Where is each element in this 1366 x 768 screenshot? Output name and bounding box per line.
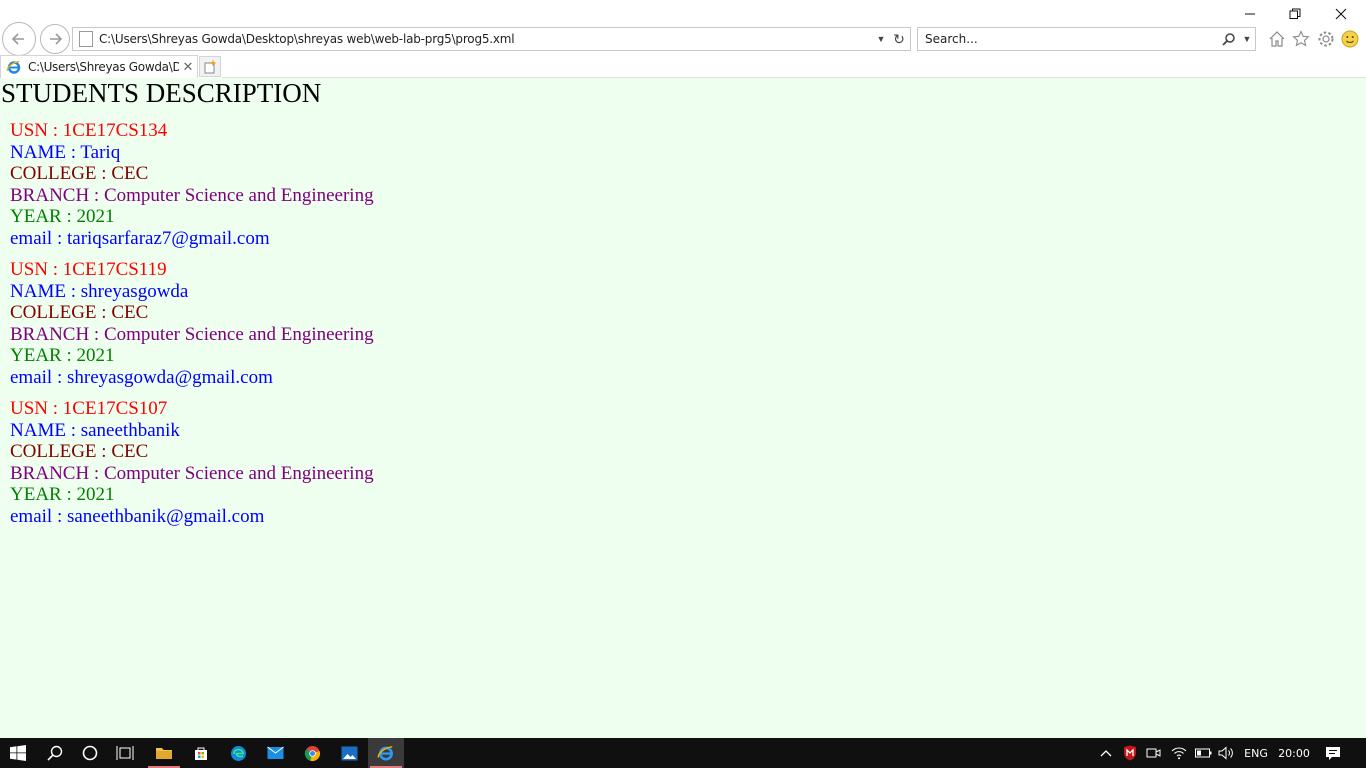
- student-college: COLLEGE : CEC: [10, 441, 149, 462]
- internet-explorer-icon[interactable]: [368, 738, 404, 768]
- student-record: USN : 1CE17CS119 NAME : shreyasgowda COL…: [10, 259, 374, 388]
- notifications-icon[interactable]: [1318, 738, 1348, 768]
- restore-button[interactable]: [1272, 0, 1318, 28]
- browser-chrome: C:\Users\Shreyas Gowda\Desktop\shreyas w…: [0, 0, 1366, 78]
- chevron-down-icon[interactable]: ▼: [874, 34, 888, 44]
- student-branch: BRANCH : Computer Science and Engineerin…: [10, 184, 374, 206]
- minimize-button[interactable]: [1227, 0, 1273, 28]
- file-explorer-icon[interactable]: [146, 738, 182, 768]
- student-college: COLLEGE : CEC: [10, 163, 149, 184]
- student-year: YEAR : 2021: [10, 484, 115, 505]
- new-tab-button[interactable]: [199, 56, 221, 77]
- chrome-icon[interactable]: [294, 738, 330, 768]
- student-branch: BRANCH : Computer Science and Engineerin…: [10, 462, 374, 484]
- address-bar[interactable]: C:\Users\Shreyas Gowda\Desktop\shreyas w…: [72, 27, 911, 51]
- page-title: STUDENTS DESCRIPTION: [1, 78, 322, 108]
- student-usn: USN : 1CE17CS107: [10, 398, 168, 419]
- home-icon[interactable]: [1266, 28, 1288, 50]
- mcafee-icon[interactable]: [1120, 738, 1140, 768]
- browser-tab[interactable]: C:\Users\Shreyas Gowda\D... ✕: [0, 55, 198, 78]
- task-view-icon[interactable]: [107, 738, 143, 768]
- student-record: USN : 1CE17CS134 NAME : Tariq COLLEGE : …: [10, 120, 374, 249]
- store-icon[interactable]: [183, 738, 219, 768]
- student-name: NAME : saneethbanik: [10, 419, 180, 441]
- student-usn: USN : 1CE17CS134: [10, 120, 168, 141]
- language-indicator[interactable]: ENG: [1240, 738, 1272, 768]
- student-branch: BRANCH : Computer Science and Engineerin…: [10, 323, 374, 345]
- student-email: email : saneethbanik@gmail.com: [10, 505, 265, 527]
- clock[interactable]: 20:00: [1275, 738, 1313, 768]
- student-college: COLLEGE : CEC: [10, 302, 149, 323]
- internet-explorer-icon: [6, 60, 21, 74]
- arrow-right-icon: [50, 33, 63, 45]
- star-icon[interactable]: [1290, 28, 1312, 50]
- student-name: NAME : Tariq: [10, 141, 121, 163]
- mail-icon[interactable]: [257, 738, 293, 768]
- volume-icon[interactable]: [1215, 738, 1237, 768]
- search-icon[interactable]: [37, 738, 73, 768]
- chevron-down-icon[interactable]: ▼: [1239, 34, 1255, 44]
- student-usn: USN : 1CE17CS119: [10, 259, 167, 280]
- edge-icon[interactable]: [220, 738, 256, 768]
- wifi-icon[interactable]: [1168, 738, 1190, 768]
- address-text[interactable]: C:\Users\Shreyas Gowda\Desktop\shreyas w…: [99, 32, 874, 46]
- meet-now-icon[interactable]: [1144, 738, 1164, 768]
- arrow-left-icon: [11, 33, 24, 45]
- taskbar: ENG 20:00: [0, 738, 1366, 768]
- search-box[interactable]: Search... ▼: [917, 27, 1256, 51]
- cortana-icon[interactable]: [72, 738, 108, 768]
- chevron-up-icon[interactable]: [1096, 738, 1116, 768]
- battery-icon[interactable]: [1192, 738, 1214, 768]
- gear-icon[interactable]: [1315, 28, 1337, 50]
- student-record: USN : 1CE17CS107 NAME : saneethbanik COL…: [10, 398, 374, 527]
- student-year: YEAR : 2021: [10, 345, 115, 366]
- search-icon[interactable]: [1219, 32, 1239, 46]
- page-content: STUDENTS DESCRIPTION USN : 1CE17CS134 NA…: [0, 78, 1366, 738]
- page-icon: [79, 31, 93, 47]
- start-icon[interactable]: [0, 738, 36, 768]
- close-button[interactable]: [1318, 0, 1364, 28]
- student-list: USN : 1CE17CS134 NAME : Tariq COLLEGE : …: [10, 120, 374, 537]
- close-tab-icon[interactable]: ✕: [179, 59, 197, 75]
- tab-title: C:\Users\Shreyas Gowda\D...: [28, 60, 179, 74]
- forward-button[interactable]: [40, 24, 70, 54]
- student-email: email : shreyasgowda@gmail.com: [10, 366, 273, 388]
- search-input[interactable]: Search...: [925, 32, 1219, 46]
- new-tab-icon: [204, 60, 216, 73]
- smiley-feedback-icon[interactable]: [1339, 28, 1361, 50]
- student-email: email : tariqsarfaraz7@gmail.com: [10, 227, 270, 249]
- student-year: YEAR : 2021: [10, 206, 115, 227]
- refresh-icon[interactable]: ↻: [888, 31, 910, 48]
- back-button[interactable]: [2, 22, 36, 56]
- student-name: NAME : shreyasgowda: [10, 280, 189, 302]
- photos-icon[interactable]: [331, 738, 367, 768]
